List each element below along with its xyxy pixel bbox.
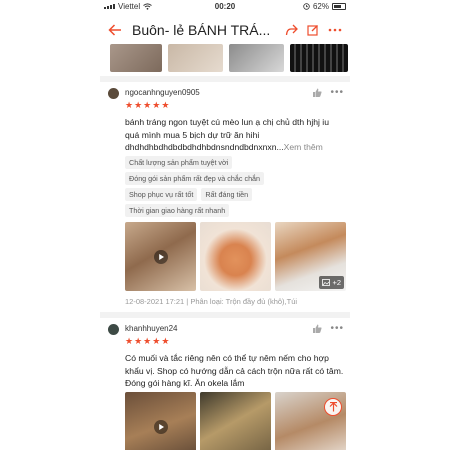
photo-thumbnail[interactable]: +2 — [275, 222, 346, 291]
star-icon: ★ — [143, 336, 152, 346]
review-username[interactable]: khanhhuyen24 — [125, 324, 178, 333]
play-icon — [153, 249, 168, 264]
review-media: +2 — [125, 222, 346, 291]
review-username[interactable]: ngocanhnguyen0905 — [125, 88, 200, 97]
more-icon — [328, 28, 342, 32]
section-divider — [100, 312, 350, 318]
star-icon: ★ — [152, 336, 161, 346]
review-text: Có muối và tắc riêng nên có thể tự nêm n… — [125, 353, 344, 388]
star-icon: ★ — [161, 100, 170, 110]
review-card: ngocanhnguyen0905 ••• ★ ★ ★ ★ ★ bánh tráng n… — [100, 87, 350, 306]
tag-row: Chất lượng sản phẩm tuyệt vời — [125, 156, 350, 169]
share-button[interactable] — [280, 20, 302, 40]
photo-thumbnail[interactable] — [200, 222, 271, 291]
star-icon: ★ — [161, 336, 170, 346]
section-divider — [100, 76, 350, 82]
alarm-icon — [303, 3, 310, 10]
play-icon — [153, 419, 168, 434]
video-thumbnail[interactable] — [125, 222, 196, 291]
review-card: khanhhuyen24 ••• ★ ★ ★ ★ ★ Có muối và tắc ri… — [100, 323, 350, 450]
see-more-link[interactable]: Xem thêm — [284, 142, 323, 152]
top-nav-bar: Buôn- lẻ BÁNH TRÁ... — [100, 17, 350, 43]
more-button[interactable] — [324, 20, 346, 40]
tag-row: Đóng gói sản phẩm rất đẹp và chắc chắn — [125, 172, 350, 185]
star-icon: ★ — [134, 100, 143, 110]
edit-icon — [307, 25, 318, 36]
review-tag: Chất lượng sản phẩm tuyệt vời — [125, 156, 233, 169]
battery-icon — [332, 3, 346, 10]
phone-screen: Viettel 00:20 62% Buôn- lẻ BÁNH TRÁ... n… — [100, 0, 350, 450]
thumbs-up-icon[interactable] — [312, 324, 322, 333]
review-tag: Đóng gói sản phẩm rất đẹp và chắc chắn — [125, 172, 265, 185]
arrow-up-icon — [329, 402, 337, 412]
star-icon: ★ — [125, 336, 134, 346]
star-rating: ★ ★ ★ ★ ★ — [125, 101, 169, 110]
review-more-icon[interactable]: ••• — [330, 87, 344, 98]
media-thumbnail[interactable] — [229, 44, 284, 72]
share-icon — [285, 24, 298, 36]
video-thumbnail[interactable] — [125, 392, 196, 450]
review-meta: 12-08-2021 17:21 | Phân loại: Trộn đầy đ… — [125, 297, 298, 306]
review-media — [125, 392, 346, 450]
media-thumbnail[interactable] — [290, 44, 348, 72]
star-icon: ★ — [143, 100, 152, 110]
more-media-count: +2 — [332, 278, 341, 287]
star-icon: ★ — [152, 100, 161, 110]
avatar[interactable] — [108, 88, 119, 99]
review-more-icon[interactable]: ••• — [330, 323, 344, 334]
star-rating: ★ ★ ★ ★ ★ — [125, 337, 169, 346]
previous-review-media — [110, 44, 350, 72]
scroll-to-top-button[interactable] — [324, 398, 342, 416]
edit-button[interactable] — [302, 20, 324, 40]
star-icon: ★ — [134, 336, 143, 346]
review-text-block: bánh tráng ngon tuyệt cú mèo lun ạ chị c… — [125, 116, 345, 154]
battery-status: 62% — [303, 2, 346, 11]
media-thumbnail[interactable] — [110, 44, 162, 72]
image-icon — [322, 279, 331, 286]
back-button[interactable] — [104, 20, 126, 40]
avatar[interactable] — [108, 324, 119, 335]
media-thumbnail[interactable] — [168, 44, 223, 72]
star-icon: ★ — [125, 100, 134, 110]
review-tags: Chất lượng sản phẩm tuyệt vời Đóng gói s… — [125, 156, 350, 220]
page-title: Buôn- lẻ BÁNH TRÁ... — [132, 22, 271, 38]
review-tag: Thời gian giao hàng rất nhanh — [125, 204, 230, 217]
more-media-badge[interactable]: +2 — [319, 276, 344, 289]
thumbs-up-icon[interactable] — [312, 88, 322, 97]
back-arrow-icon — [108, 24, 121, 36]
review-tag: Shop phục vụ rất tốt — [125, 188, 198, 201]
battery-percent: 62% — [312, 2, 329, 11]
status-bar: Viettel 00:20 62% — [100, 0, 350, 14]
tag-row: Shop phục vụ rất tốt Rất đáng tiền — [125, 188, 350, 201]
tag-row: Thời gian giao hàng rất nhanh — [125, 204, 350, 217]
photo-thumbnail[interactable] — [200, 392, 271, 450]
review-tag: Rất đáng tiền — [201, 188, 253, 201]
